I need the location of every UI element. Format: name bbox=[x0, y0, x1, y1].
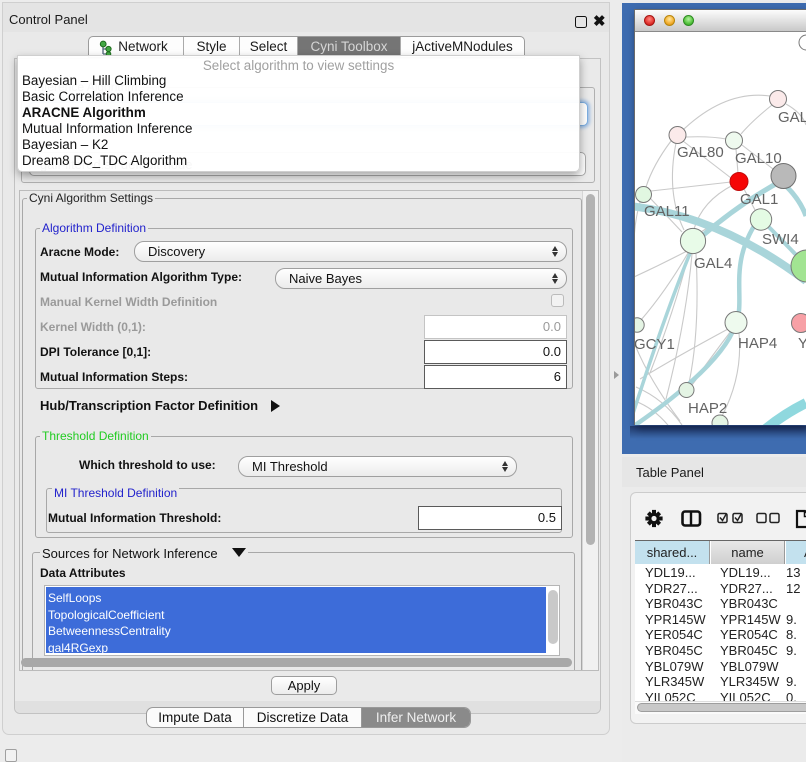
svg-text:GAL10: GAL10 bbox=[735, 150, 782, 167]
svg-text:GAL4: GAL4 bbox=[694, 255, 732, 272]
svg-text:GCY1: GCY1 bbox=[635, 336, 675, 353]
svg-text:HAP4: HAP4 bbox=[738, 335, 777, 352]
svg-text:GAL7: GAL7 bbox=[778, 109, 806, 126]
svg-text:HAP2: HAP2 bbox=[688, 400, 727, 417]
svg-text:GAL11: GAL11 bbox=[644, 203, 690, 220]
svg-text:GAL1: GAL1 bbox=[740, 191, 778, 208]
svg-text:GAL80: GAL80 bbox=[677, 144, 724, 161]
svg-text:YM: YM bbox=[798, 335, 806, 352]
svg-text:SWI4: SWI4 bbox=[762, 231, 799, 248]
